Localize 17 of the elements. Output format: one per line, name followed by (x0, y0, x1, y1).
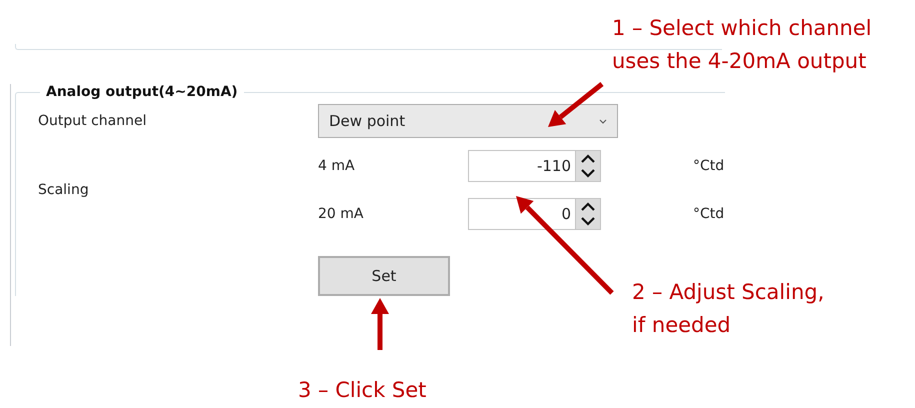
field-label: Scaling (38, 182, 90, 198)
annotation-text: 2 – Adjust Scaling, if needed (632, 279, 824, 339)
annotation-text: 1 – Select which channel uses the 4-20mA output (612, 15, 872, 75)
set-button[interactable]: Set (318, 256, 450, 296)
number-field[interactable]: -110 (468, 150, 601, 182)
annotation-text: 3 – Click Set (298, 377, 426, 404)
unit-label: °Ctd (692, 158, 725, 174)
chevron-icon (599, 118, 607, 124)
field-label: Output channel (38, 113, 148, 129)
unit-label: °Ctd (692, 206, 725, 222)
group-title: Analog output(4~20mA) (45, 84, 239, 100)
field-label: 4 mA (318, 158, 356, 174)
channel-dropdown[interactable]: Dew point (318, 104, 618, 138)
number-field[interactable]: 0 (468, 198, 601, 230)
field-label: 20 mA (318, 206, 364, 222)
arrow (548, 82, 604, 127)
arrow (371, 298, 389, 350)
